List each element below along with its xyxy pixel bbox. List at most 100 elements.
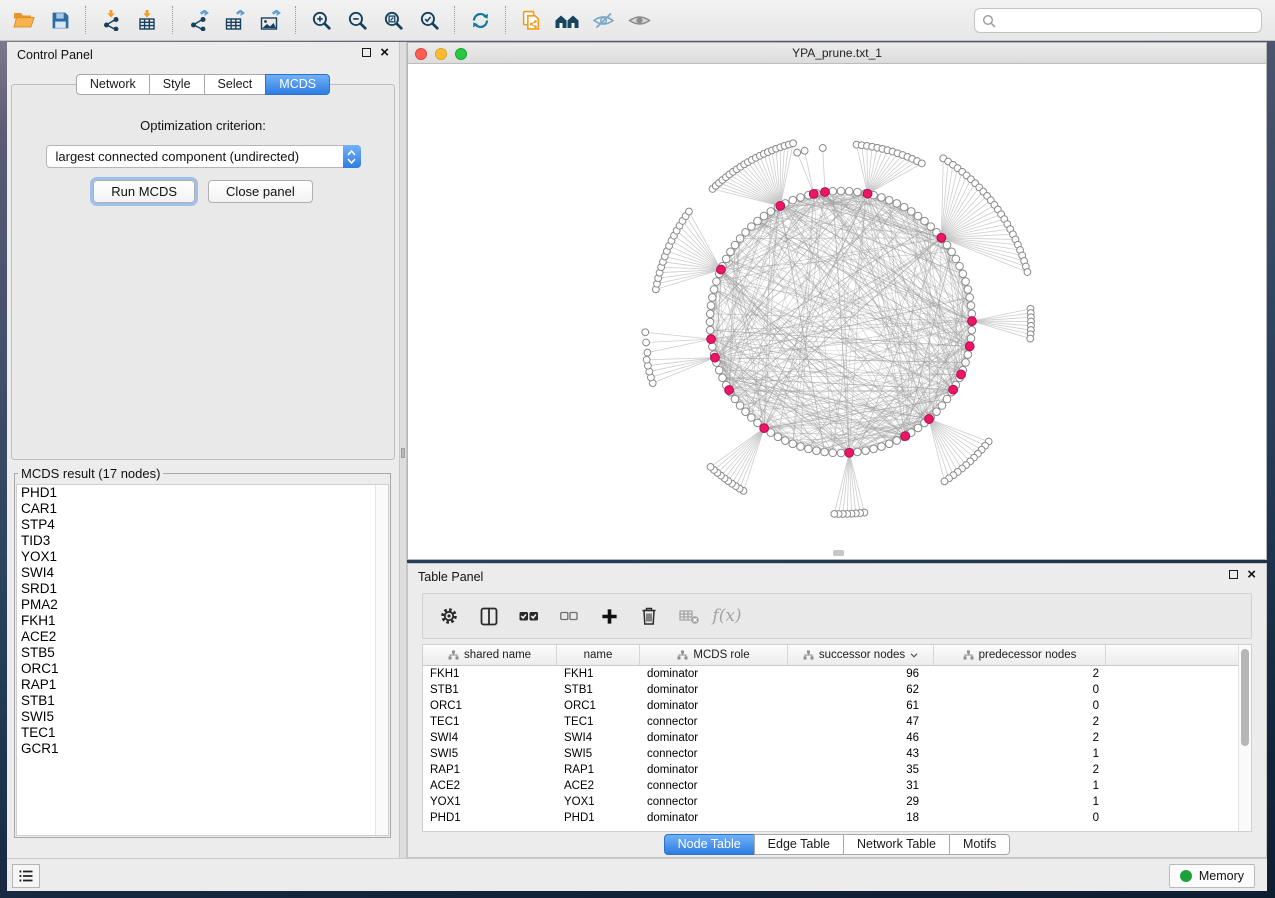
mcds-result-item[interactable]: CAR1 xyxy=(17,501,388,517)
network-node[interactable] xyxy=(789,440,797,448)
network-node[interactable] xyxy=(643,339,650,346)
network-node[interactable] xyxy=(722,255,730,263)
network-node[interactable] xyxy=(731,241,739,249)
network-node[interactable] xyxy=(742,408,750,416)
network-node[interactable] xyxy=(968,326,976,334)
table-row[interactable]: STB1STB1dominator620 xyxy=(423,682,1251,698)
network-node[interactable] xyxy=(706,318,714,326)
close-panel-icon[interactable]: × xyxy=(380,48,389,57)
table-row[interactable]: RAP1RAP1dominator352 xyxy=(423,762,1251,778)
mcds-result-item[interactable]: SWI4 xyxy=(17,565,388,581)
network-node[interactable] xyxy=(713,278,721,286)
table-row[interactable]: TEC1TEC1connector472 xyxy=(423,714,1251,730)
dominator-node[interactable] xyxy=(965,342,974,351)
table-row[interactable]: ORC1ORC1dominator610 xyxy=(423,698,1251,714)
dominator-node[interactable] xyxy=(863,189,872,198)
network-node[interactable] xyxy=(914,212,922,220)
criterion-select[interactable]: largest connected component (undirected) xyxy=(46,145,361,168)
network-node[interactable] xyxy=(967,302,975,310)
network-node[interactable] xyxy=(829,449,837,457)
network-node[interactable] xyxy=(797,194,805,202)
zoom-selected-button[interactable] xyxy=(411,4,447,36)
mcds-result-list[interactable]: PHD1CAR1STP4TID3YOX1SWI4SRD1PMA2FKH1ACE2… xyxy=(16,484,389,836)
network-node[interactable] xyxy=(707,464,714,471)
dominator-node[interactable] xyxy=(901,432,910,441)
mcds-result-item[interactable]: ACE2 xyxy=(17,629,388,645)
network-node[interactable] xyxy=(736,402,744,410)
copy-style-button[interactable] xyxy=(513,4,549,36)
mcds-result-item[interactable]: PHD1 xyxy=(17,485,388,501)
network-node[interactable] xyxy=(885,196,893,204)
zoom-fit-button[interactable] xyxy=(375,4,411,36)
column-header-successor-nodes[interactable]: successor nodes xyxy=(788,645,934,665)
export-table-button[interactable] xyxy=(216,4,252,36)
network-node[interactable] xyxy=(642,329,649,336)
network-node[interactable] xyxy=(933,408,941,416)
network-node[interactable] xyxy=(900,203,908,211)
mcds-result-item[interactable]: TID3 xyxy=(17,533,388,549)
dominator-node[interactable] xyxy=(957,370,966,379)
window-zoom-icon[interactable] xyxy=(455,48,467,60)
mcds-result-item[interactable]: ORC1 xyxy=(17,661,388,677)
network-node[interactable] xyxy=(727,248,735,256)
network-node[interactable] xyxy=(854,448,862,456)
dominator-node[interactable] xyxy=(968,317,977,326)
network-node[interactable] xyxy=(837,187,845,195)
network-node[interactable] xyxy=(709,294,717,302)
network-node[interactable] xyxy=(956,262,964,270)
network-node[interactable] xyxy=(862,447,870,455)
close-panel-icon[interactable]: × xyxy=(1247,570,1256,579)
mcds-result-item[interactable]: GCR1 xyxy=(17,741,388,757)
column-header-MCDS-role[interactable]: MCDS role xyxy=(640,645,788,665)
table-row[interactable]: PHD1PHD1dominator180 xyxy=(423,810,1251,826)
network-node[interactable] xyxy=(805,445,813,453)
network-node[interactable] xyxy=(754,217,762,225)
network-node[interactable] xyxy=(964,286,972,294)
add-column-button[interactable] xyxy=(597,604,621,628)
network-node[interactable] xyxy=(789,196,797,204)
network-node[interactable] xyxy=(710,286,718,294)
mcds-result-item[interactable]: SRD1 xyxy=(17,581,388,597)
network-node[interactable] xyxy=(742,229,750,237)
export-image-button[interactable] xyxy=(252,4,288,36)
network-node[interactable] xyxy=(644,349,651,356)
network-node[interactable] xyxy=(837,449,845,457)
zoom-out-button[interactable] xyxy=(339,4,375,36)
network-node[interactable] xyxy=(918,160,925,167)
network-node[interactable] xyxy=(893,200,901,208)
search-input[interactable] xyxy=(1001,13,1254,29)
network-node[interactable] xyxy=(821,448,829,456)
select-all-button[interactable] xyxy=(517,604,541,628)
network-node[interactable] xyxy=(707,302,715,310)
network-node[interactable] xyxy=(907,208,915,216)
tab-mcds[interactable]: MCDS xyxy=(265,74,330,95)
network-node[interactable] xyxy=(760,212,768,220)
dominator-node[interactable] xyxy=(949,385,958,394)
mcds-result-item[interactable]: YOX1 xyxy=(17,549,388,565)
network-node[interactable] xyxy=(962,278,970,286)
dominator-node[interactable] xyxy=(937,233,946,242)
network-node[interactable] xyxy=(813,447,821,455)
network-window-titlebar[interactable]: YPA_prune.txt_1 xyxy=(408,43,1266,64)
network-node[interactable] xyxy=(731,395,739,403)
dominator-node[interactable] xyxy=(711,353,720,362)
column-header-predecessor-nodes[interactable]: predecessor nodes xyxy=(934,645,1106,665)
tab-network-table[interactable]: Network Table xyxy=(843,834,950,855)
dominator-node[interactable] xyxy=(776,202,785,211)
mcds-result-item[interactable]: RAP1 xyxy=(17,677,388,693)
network-node[interactable] xyxy=(878,194,886,202)
float-panel-icon[interactable] xyxy=(1229,570,1238,579)
tab-motifs[interactable]: Motifs xyxy=(949,834,1010,855)
network-node[interactable] xyxy=(1027,335,1034,342)
network-node[interactable] xyxy=(801,147,808,154)
mcds-result-item[interactable]: SWI5 xyxy=(17,709,388,725)
mcds-result-item[interactable]: PMA2 xyxy=(17,597,388,613)
network-node[interactable] xyxy=(885,440,893,448)
canvas-hscroll-thumb[interactable] xyxy=(833,550,844,556)
network-node[interactable] xyxy=(948,248,956,256)
table-row[interactable]: YOX1YOX1connector291 xyxy=(423,794,1251,810)
network-node[interactable] xyxy=(870,445,878,453)
mcds-list-scrollbar[interactable] xyxy=(375,485,388,835)
network-node[interactable] xyxy=(959,270,967,278)
network-node[interactable] xyxy=(709,343,717,351)
